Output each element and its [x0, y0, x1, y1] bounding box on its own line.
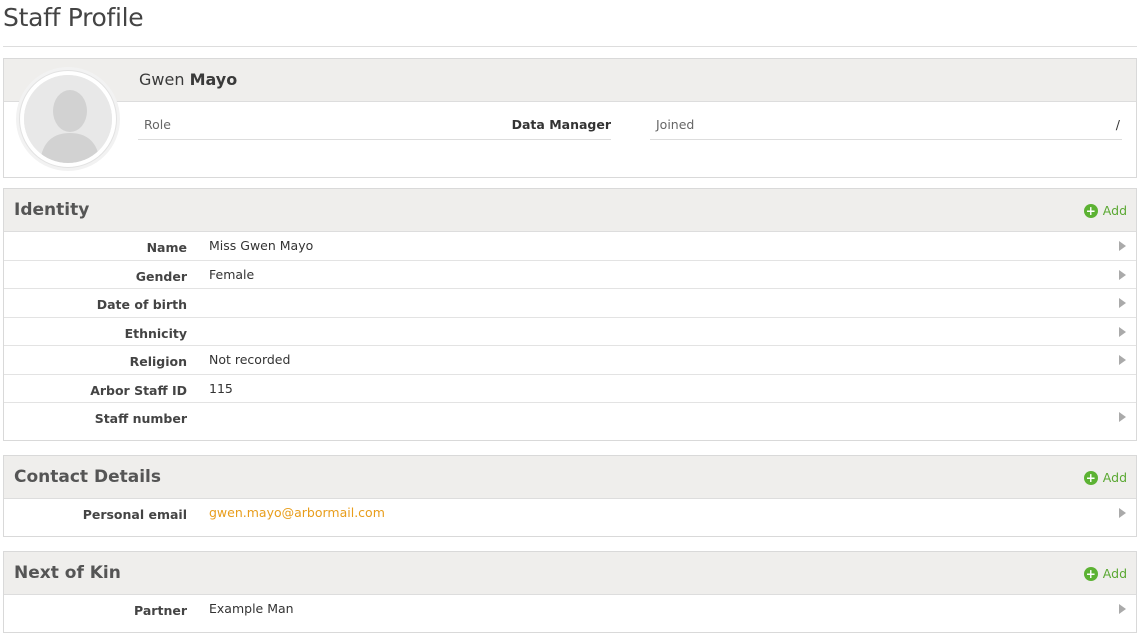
- row-value: Miss Gwen Mayo: [209, 238, 314, 253]
- chevron-right-icon: [1119, 298, 1126, 308]
- table-row[interactable]: Arbor Staff ID 115: [4, 375, 1136, 403]
- row-label: Staff number: [94, 411, 187, 426]
- next-of-kin-panel: Next of Kin + Add Partner Example Man: [3, 551, 1137, 633]
- table-row[interactable]: Name Miss Gwen Mayo: [4, 232, 1136, 261]
- identity-panel: Identity + Add Name Miss Gwen Mayo Gender F…: [3, 188, 1137, 441]
- row-value: 115: [209, 380, 233, 396]
- staff-name: Gwen Mayo: [139, 70, 237, 89]
- row-label: Arbor Staff ID: [90, 382, 187, 398]
- table-row[interactable]: Religion Not recorded: [4, 346, 1136, 375]
- chevron-right-icon: [1119, 241, 1126, 251]
- joined-label: Joined: [656, 117, 695, 132]
- contact-rows: Personal email gwen.mayo@arbormail.com: [4, 499, 1136, 528]
- row-label: Partner: [134, 603, 187, 618]
- identity-title: Identity: [14, 200, 90, 220]
- identity-rows: Name Miss Gwen Mayo Gender Female Date of bi…: [4, 232, 1136, 432]
- title-divider: [3, 46, 1137, 47]
- kin-add-label: Add: [1102, 566, 1127, 581]
- table-row[interactable]: Personal email gwen.mayo@arbormail.com: [4, 499, 1136, 528]
- identity-add-button[interactable]: + Add: [1083, 203, 1127, 218]
- chevron-right-icon: [1119, 269, 1126, 280]
- kin-rows: Partner Example Man: [4, 595, 1136, 624]
- row-label: Date of birth: [96, 297, 187, 312]
- user-silhouette-icon: [24, 75, 112, 163]
- row-value: Example Man: [209, 601, 294, 616]
- kin-header: Next of Kin + Add: [4, 552, 1136, 595]
- profile-name-bar: Gwen Mayo: [4, 59, 1136, 102]
- role-field: Role Data Manager: [138, 102, 611, 140]
- table-row[interactable]: Partner Example Man: [4, 595, 1136, 624]
- row-value: Female: [209, 266, 255, 282]
- table-row[interactable]: Staff number: [4, 403, 1136, 432]
- contact-add-label: Add: [1102, 470, 1127, 485]
- role-label: Role: [144, 117, 171, 132]
- chevron-right-icon: [1119, 412, 1126, 422]
- chevron-right-icon: [1119, 508, 1126, 518]
- staff-last-name: Mayo: [189, 70, 238, 89]
- contact-title: Contact Details: [14, 467, 161, 487]
- row-label: Personal email: [82, 507, 187, 522]
- role-value: Data Manager: [511, 117, 611, 132]
- identity-header: Identity + Add: [4, 189, 1136, 232]
- row-value: Not recorded: [209, 352, 291, 367]
- table-row[interactable]: Date of birth: [4, 289, 1136, 318]
- contact-details-panel: Contact Details + Add Personal email gwen…: [3, 455, 1137, 537]
- contact-header: Contact Details + Add: [4, 456, 1136, 499]
- kin-title: Next of Kin: [14, 563, 121, 583]
- chevron-right-icon: [1119, 604, 1126, 614]
- identity-add-label: Add: [1102, 203, 1127, 218]
- table-row[interactable]: Gender Female: [4, 261, 1136, 289]
- table-row[interactable]: Ethnicity: [4, 318, 1136, 346]
- row-label: Name: [146, 240, 187, 255]
- joined-field: Joined /: [650, 102, 1122, 140]
- row-label: Religion: [129, 354, 187, 369]
- row-label: Gender: [135, 268, 187, 284]
- row-label: Ethnicity: [124, 325, 187, 341]
- page-title: Staff Profile: [3, 3, 144, 32]
- profile-header: Gwen Mayo Role Data Manager Joined /: [3, 58, 1137, 178]
- plus-circle-icon: +: [1083, 566, 1098, 581]
- chevron-right-icon: [1119, 355, 1126, 365]
- joined-value: /: [1115, 117, 1120, 132]
- chevron-right-icon: [1119, 326, 1126, 337]
- contact-add-button[interactable]: + Add: [1083, 470, 1127, 485]
- email-link[interactable]: gwen.mayo@arbormail.com: [209, 505, 385, 520]
- kin-add-button[interactable]: + Add: [1083, 566, 1127, 581]
- avatar[interactable]: [19, 70, 117, 168]
- plus-circle-icon: +: [1083, 470, 1098, 485]
- plus-circle-icon: +: [1083, 203, 1098, 218]
- staff-first-name: Gwen: [139, 70, 185, 89]
